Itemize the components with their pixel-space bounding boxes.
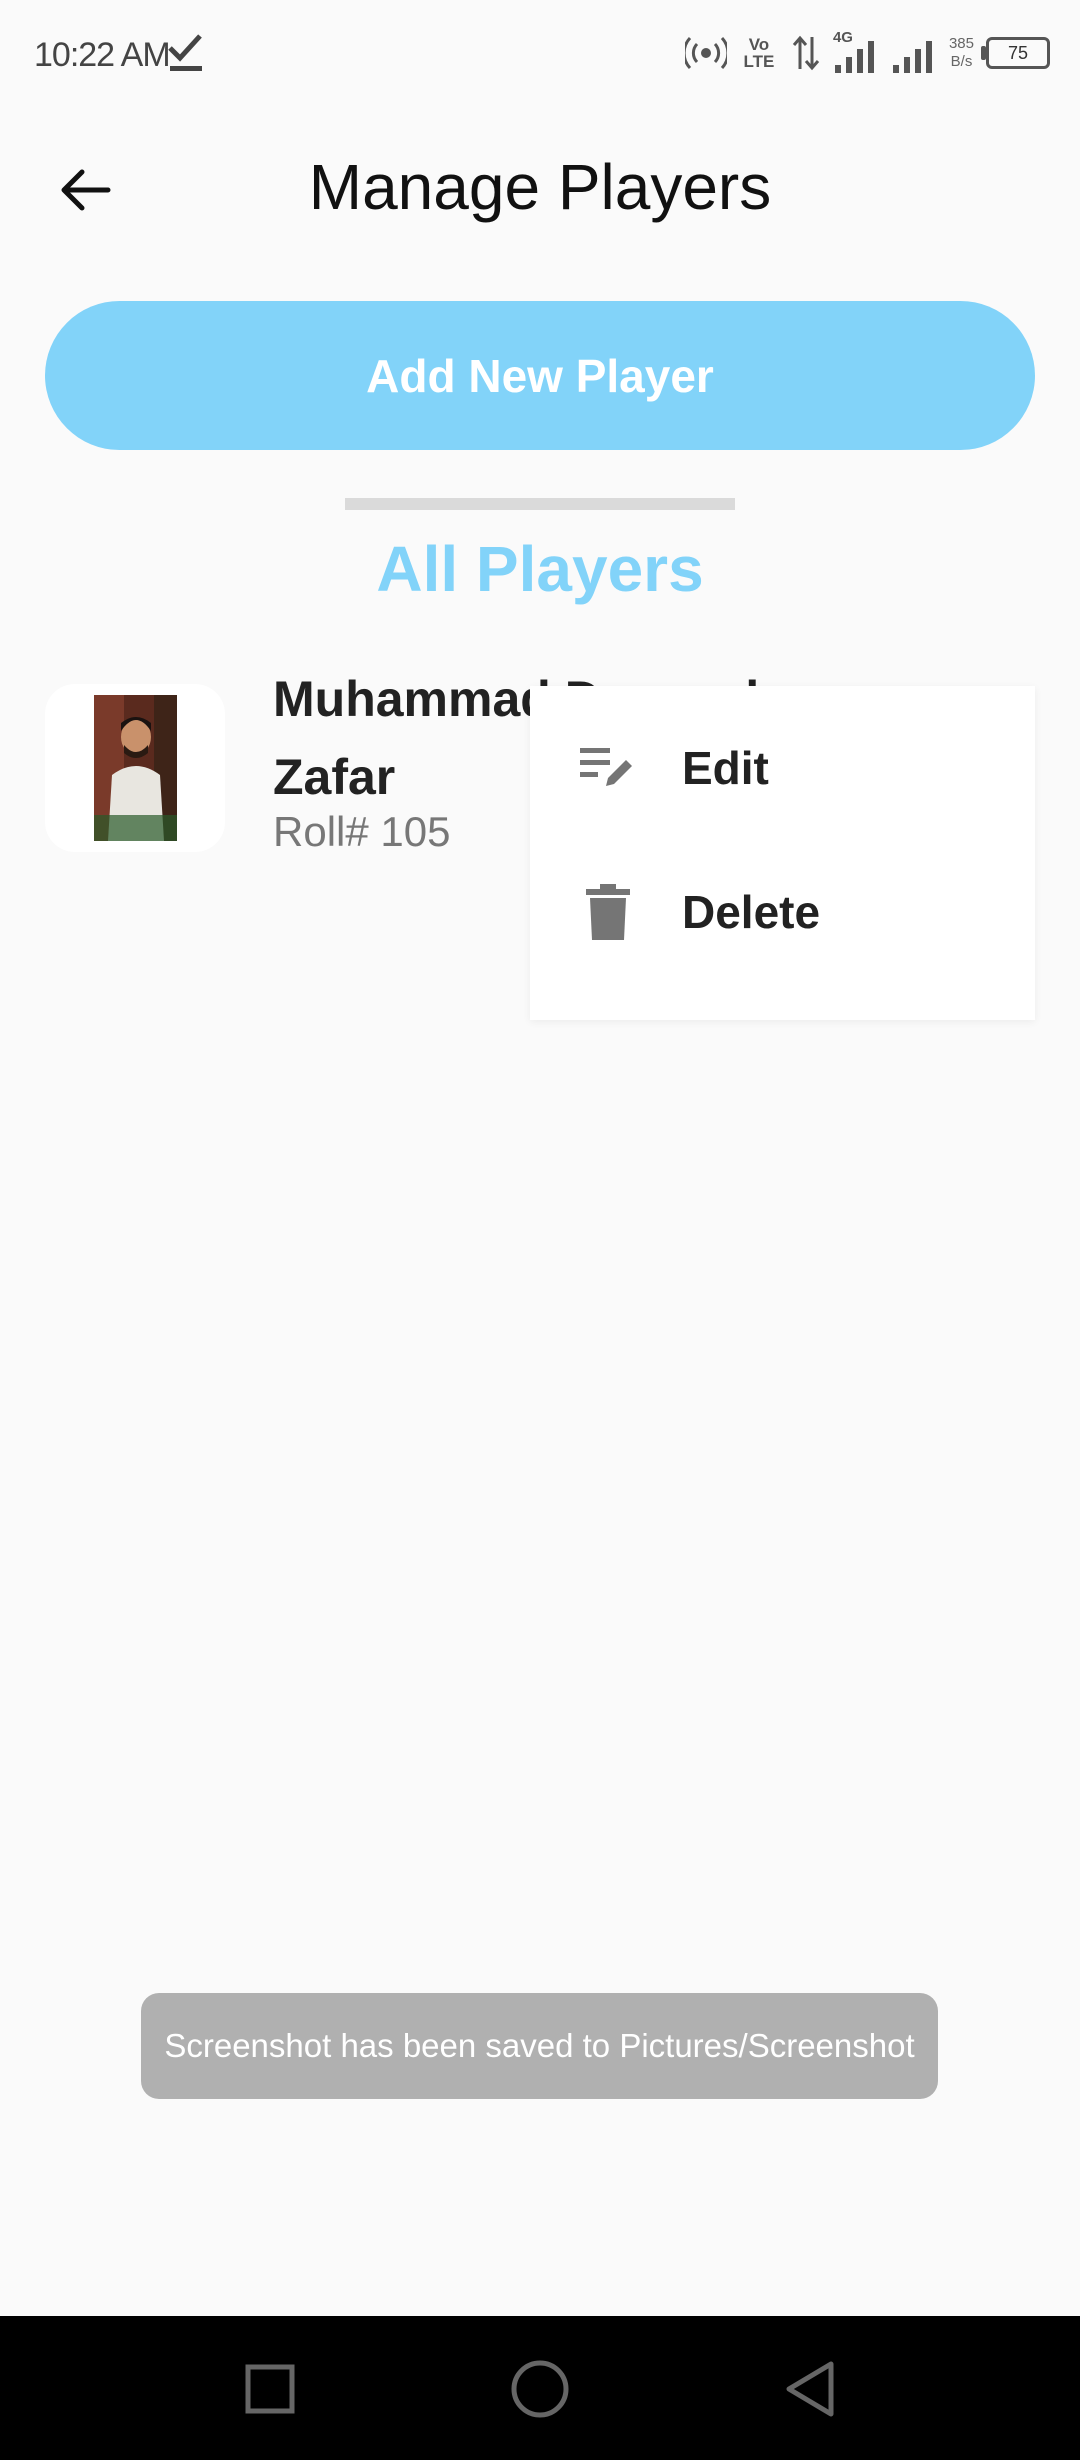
signal-icon: [891, 31, 937, 75]
home-button[interactable]: [505, 2356, 575, 2426]
menu-item-edit[interactable]: Edit: [530, 708, 1035, 828]
volte-icon: Vo LTE: [743, 35, 775, 71]
toast-message: Screenshot has been saved to Pictures/Sc…: [141, 1993, 938, 2099]
context-menu: Edit Delete: [530, 686, 1035, 1020]
menu-item-label: Edit: [682, 742, 769, 794]
menu-item-delete[interactable]: Delete: [530, 852, 1035, 972]
navigation-bar: [0, 2316, 1080, 2460]
add-new-player-button[interactable]: Add New Player: [45, 301, 1035, 450]
avatar-card: [45, 684, 225, 852]
battery-level: 75: [1007, 42, 1029, 63]
section-title: All Players: [376, 533, 704, 605]
download-complete-icon: [166, 30, 206, 74]
status-icons: Vo LTE 4G 385 B/s 75: [684, 28, 1050, 78]
battery-icon: 75: [981, 37, 1050, 69]
divider: [345, 498, 735, 510]
status-time: 10:22 AM: [34, 36, 171, 74]
recents-button[interactable]: [235, 2356, 305, 2426]
back-nav-button[interactable]: [775, 2356, 845, 2426]
recents-square-icon: [244, 2363, 296, 2420]
hotspot-icon: [684, 36, 727, 70]
network-speed-unit: B/s: [950, 53, 973, 70]
player-avatar: [94, 695, 177, 841]
back-triangle-icon: [783, 2360, 837, 2423]
home-circle-icon: [510, 2359, 570, 2424]
signal-4g-icon: 4G: [833, 29, 879, 75]
network-speed: 385 B/s: [949, 35, 974, 71]
status-bar: 10:22 AM Vo LTE 4G 385 B/s 75: [0, 0, 1080, 110]
trash-icon: [578, 882, 638, 942]
player-roll: Roll# 105: [273, 808, 451, 855]
menu-item-label: Delete: [682, 886, 821, 938]
network-speed-value: 385: [948, 35, 974, 52]
data-transfer-icon: [791, 35, 821, 71]
edit-note-icon: [578, 738, 638, 798]
page-title: Manage Players: [308, 151, 772, 223]
